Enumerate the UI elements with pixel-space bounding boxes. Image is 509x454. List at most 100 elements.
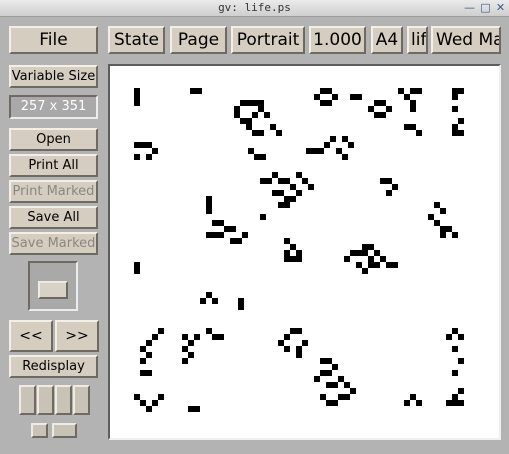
life-cell (458, 118, 464, 124)
life-cell (306, 148, 312, 154)
page-panner[interactable] (28, 261, 78, 311)
life-cell (206, 232, 212, 238)
life-cell (392, 184, 398, 190)
life-cell (278, 202, 284, 208)
life-cell (238, 298, 244, 304)
life-cell (434, 202, 440, 208)
life-cell (266, 178, 272, 184)
life-cell (146, 406, 152, 412)
previous-page-button[interactable]: << (9, 320, 53, 352)
life-cell (404, 400, 410, 406)
media-menu-button[interactable]: A4 (371, 26, 403, 54)
document-page[interactable] (108, 64, 501, 440)
page-list-slot[interactable] (19, 385, 36, 415)
unmark-toggle-button[interactable] (52, 423, 77, 438)
life-cell (258, 106, 264, 112)
life-cell (416, 130, 422, 136)
open-button[interactable]: Open (9, 128, 98, 151)
life-cell (252, 112, 258, 118)
life-cell (440, 232, 446, 238)
life-cell (206, 196, 212, 202)
panner-thumb[interactable] (38, 281, 68, 299)
life-cell (428, 214, 434, 220)
life-cell (290, 244, 296, 250)
life-cell (302, 178, 308, 184)
life-cell (314, 94, 320, 100)
save-marked-button[interactable]: Save Marked (9, 232, 98, 255)
life-cell (338, 394, 344, 400)
life-cell (212, 334, 218, 340)
file-name-button[interactable]: lif (407, 26, 428, 54)
minimize-icon[interactable]: — (463, 1, 476, 14)
life-cell (332, 400, 338, 406)
life-cell (344, 382, 350, 388)
life-cell (296, 250, 302, 256)
life-cell (440, 226, 446, 232)
page-list-slot[interactable] (73, 385, 90, 415)
life-cell (296, 172, 302, 178)
life-cell (218, 220, 224, 226)
life-cell (296, 190, 302, 196)
scale-menu-button[interactable]: 1.000 (309, 26, 366, 54)
page-menu-button[interactable]: Page (170, 26, 227, 54)
life-cell (158, 328, 164, 334)
life-cell (206, 328, 212, 334)
life-cell (452, 400, 458, 406)
life-cell (380, 112, 386, 118)
life-cell (458, 358, 464, 364)
life-cell (246, 124, 252, 130)
life-cell (368, 256, 374, 262)
life-cell (206, 292, 212, 298)
variable-size-button[interactable]: Variable Size (9, 65, 98, 88)
date-button[interactable]: Wed Ma (431, 26, 501, 54)
page-list-slot[interactable] (37, 385, 54, 415)
life-cell (440, 208, 446, 214)
print-marked-button[interactable]: Print Marked (9, 180, 98, 203)
life-cell (362, 250, 368, 256)
life-cell (284, 178, 290, 184)
page-list-slot[interactable] (55, 385, 72, 415)
life-cell (146, 154, 152, 160)
state-menu-button[interactable]: State (108, 26, 165, 54)
life-cell (362, 268, 368, 274)
life-cell (314, 376, 320, 382)
life-cell (324, 142, 330, 148)
life-cell (416, 88, 422, 94)
life-cell (272, 172, 278, 178)
life-cell (452, 394, 458, 400)
life-cell (230, 226, 236, 232)
life-cell (194, 406, 200, 412)
close-icon[interactable]: ✕ (494, 1, 507, 14)
save-all-button[interactable]: Save All (9, 206, 98, 229)
life-cell (224, 226, 230, 232)
mark-toggle-button[interactable] (31, 423, 48, 438)
life-cell (404, 124, 410, 130)
life-cell (342, 154, 348, 160)
title-bar: gv: life.ps — □ ✕ (0, 0, 509, 17)
life-cell (452, 94, 458, 100)
life-cell (182, 334, 188, 340)
life-cell (326, 100, 332, 106)
life-cell (240, 118, 246, 124)
life-cell (278, 340, 284, 346)
file-menu-button[interactable]: File (9, 26, 98, 54)
life-cell (134, 154, 140, 160)
life-cell (284, 196, 290, 202)
life-cell (140, 370, 146, 376)
print-all-button[interactable]: Print All (9, 154, 98, 177)
life-cell (410, 88, 416, 94)
life-cell (296, 256, 302, 262)
life-cell (342, 136, 348, 142)
maximize-icon[interactable]: □ (479, 1, 492, 14)
life-cell (348, 142, 354, 148)
life-cell (446, 400, 452, 406)
life-cell (368, 244, 374, 250)
orientation-menu-button[interactable]: Portrait (231, 26, 305, 54)
redisplay-button[interactable]: Redisplay (9, 355, 98, 378)
life-cell (344, 256, 350, 262)
life-cell (380, 178, 386, 184)
life-cell (320, 100, 326, 106)
life-cell (212, 220, 218, 226)
next-page-button[interactable]: >> (55, 320, 99, 352)
life-cell (336, 148, 342, 154)
